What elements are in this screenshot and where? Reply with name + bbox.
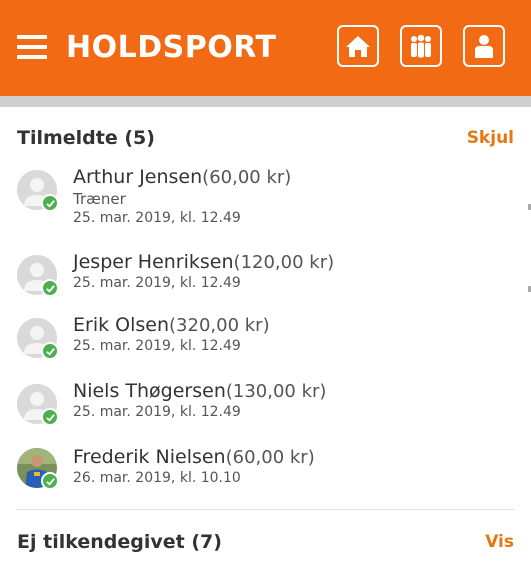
member-amount: (60,00 kr) [225,447,315,468]
top-bar: HOLDSPORT [0,0,531,96]
unanswered-section-title: Ej tilkendegivet (7) [17,531,222,553]
check-icon [41,408,59,426]
check-icon [41,472,59,490]
member-row[interactable]: Arthur Jensen(60,00 kr) Træner 25. mar. … [0,166,531,232]
team-button[interactable] [400,25,442,67]
member-amount: (130,00 kr) [225,381,327,402]
section-divider [17,509,514,510]
menu-icon[interactable] [17,35,47,59]
member-amount: (120,00 kr) [233,252,335,273]
check-icon [41,279,59,297]
member-date: 25. mar. 2019, kl. 12.49 [73,338,241,354]
member-amount: (320,00 kr) [169,315,270,336]
app-logo[interactable]: HOLDSPORT [66,25,276,71]
member-date: 25. mar. 2019, kl. 12.49 [73,404,241,420]
member-amount: (60,00 kr) [202,167,292,188]
member-date: 26. mar. 2019, kl. 10.10 [73,470,241,486]
member-row[interactable]: Jesper Henriksen(120,00 kr) 25. mar. 201… [0,251,531,317]
registered-section-title: Tilmeldte (5) [17,127,155,149]
member-name: Niels Thøgersen [73,380,226,402]
header-shadow [0,96,531,107]
member-name: Arthur Jensen [73,166,203,188]
member-date: 25. mar. 2019, kl. 12.49 [73,210,241,226]
home-button[interactable] [337,25,379,67]
check-icon [41,342,59,360]
check-icon [41,194,59,212]
hide-link[interactable]: Skjul [467,128,514,148]
team-icon [411,34,431,58]
member-date: 25. mar. 2019, kl. 12.49 [73,275,241,291]
member-name: Jesper Henriksen [73,251,234,273]
member-name: Frederik Nielsen [73,446,226,468]
member-name: Erik Olsen [73,314,170,336]
profile-button[interactable] [463,25,505,67]
show-link[interactable]: Vis [485,532,514,552]
member-row[interactable]: Niels Thøgersen(130,00 kr) 25. mar. 2019… [0,380,531,446]
member-role: Træner [73,190,126,208]
member-row[interactable]: Erik Olsen(320,00 kr) 25. mar. 2019, kl.… [0,314,531,380]
member-row[interactable]: Frederik Nielsen(60,00 kr) 26. mar. 2019… [0,446,531,512]
profile-icon [475,35,493,58]
home-icon [346,36,370,57]
